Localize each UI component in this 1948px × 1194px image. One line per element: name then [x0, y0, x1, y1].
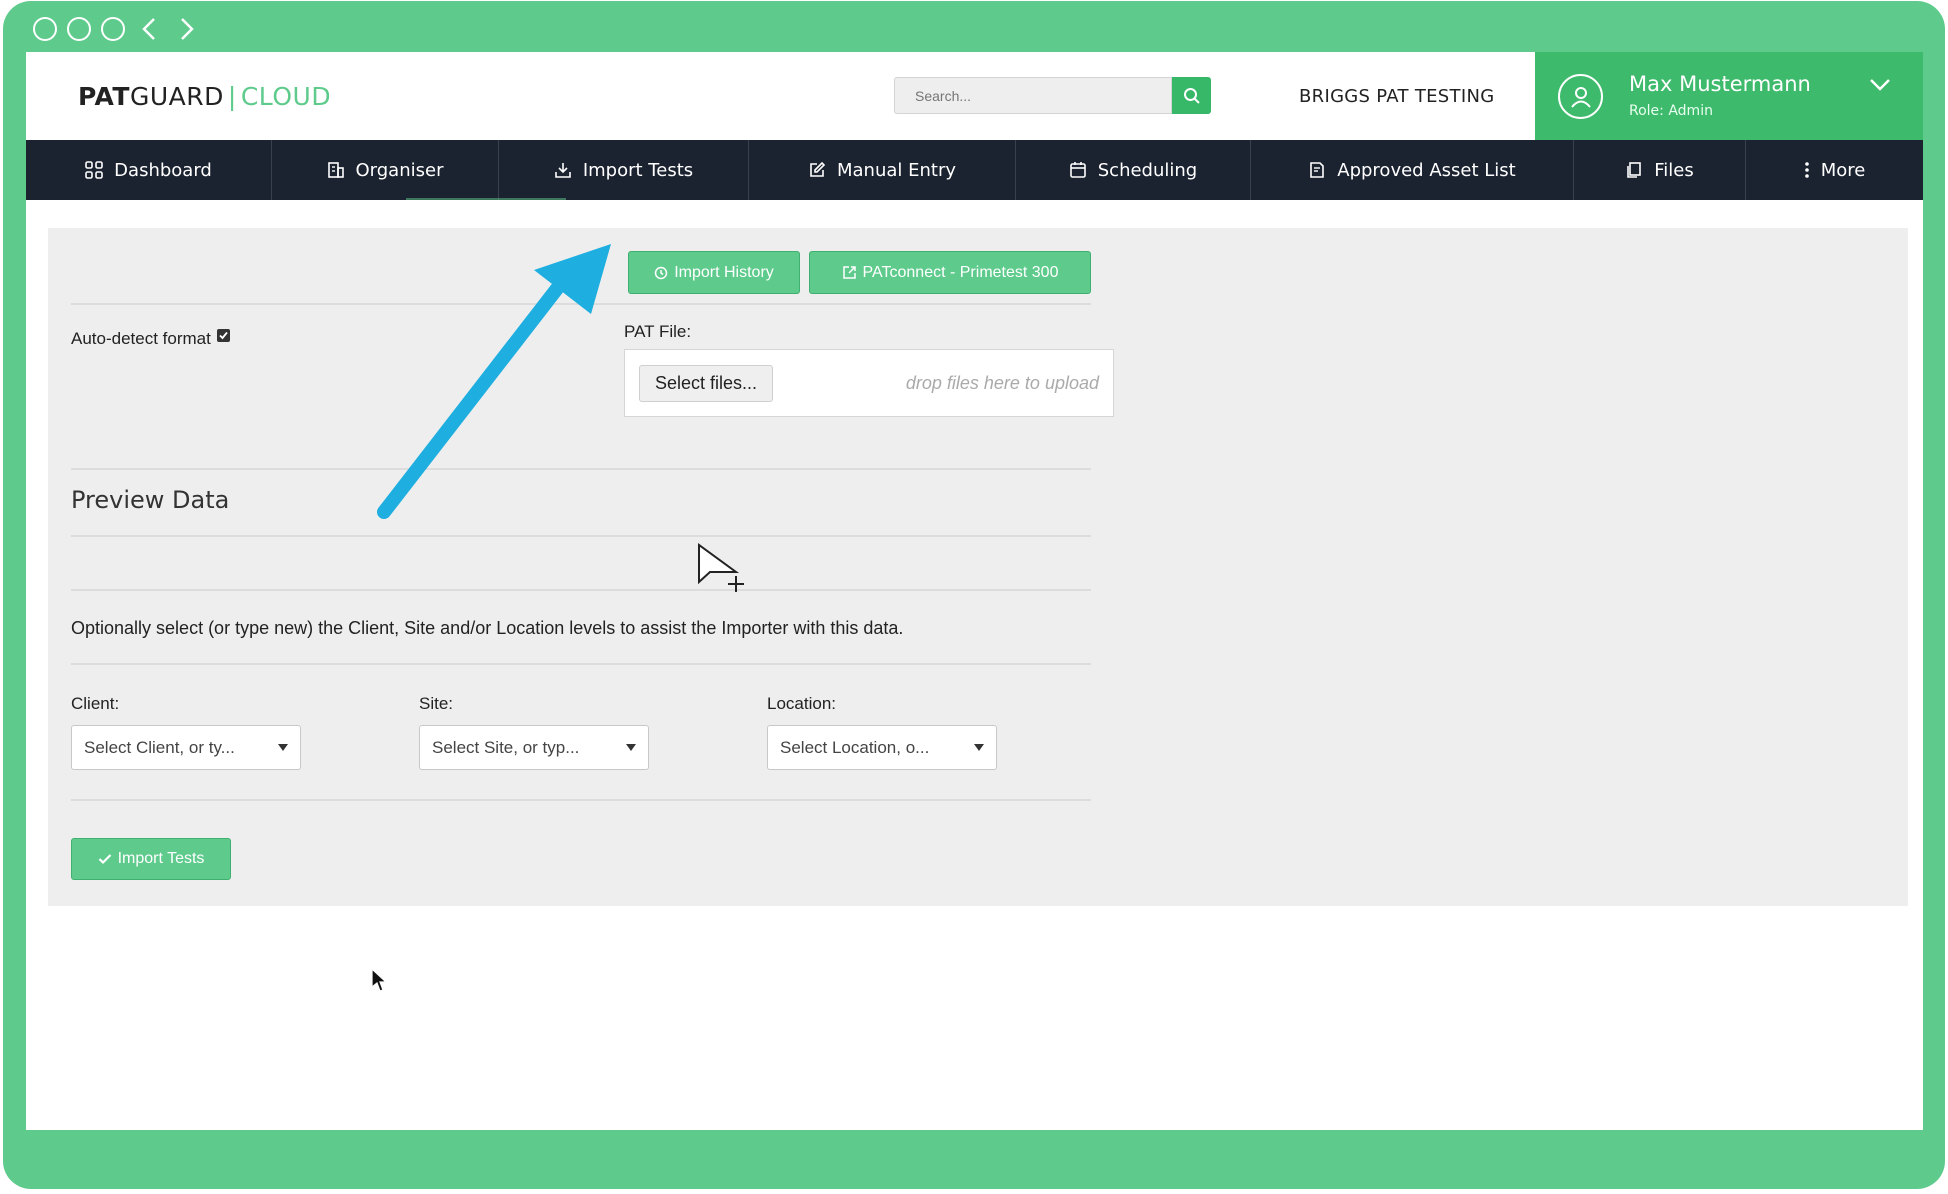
window-maximize-button[interactable] — [101, 17, 125, 41]
calendar-icon — [1069, 162, 1086, 178]
autodetect-format[interactable]: Auto-detect format — [71, 329, 230, 349]
location-label: Location: — [767, 694, 836, 713]
search-input[interactable] — [894, 77, 1172, 114]
nav-label: Organiser — [355, 159, 444, 181]
nav-label: Files — [1654, 159, 1694, 181]
add-cursor-icon — [698, 543, 744, 592]
pat-file-label: PAT File: — [624, 322, 692, 341]
file-dropzone[interactable]: Select files... drop files here to uploa… — [624, 349, 1114, 417]
nav-label: Dashboard — [114, 159, 212, 181]
window-close-button[interactable] — [33, 17, 57, 41]
organisation-name: BRIGGS PAT TESTING — [1299, 86, 1495, 107]
select-files-button[interactable]: Select files... — [639, 365, 773, 402]
nav-item-organiser[interactable]: Organiser — [272, 140, 499, 200]
user-menu[interactable]: Max Mustermann Role: Admin — [1535, 52, 1923, 140]
nav-item-scheduling[interactable]: Scheduling — [1016, 140, 1251, 200]
divider — [71, 535, 1091, 537]
edit-icon — [810, 161, 826, 177]
files-icon — [1627, 162, 1642, 178]
user-avatar-icon — [1558, 74, 1603, 119]
external-link-icon — [842, 266, 856, 279]
user-name: Max Mustermann — [1629, 72, 1811, 96]
nav-item-files[interactable]: Files — [1574, 140, 1746, 200]
location-select[interactable]: Select Location, o... — [767, 725, 997, 770]
nav-item-more[interactable]: More — [1746, 140, 1923, 200]
window-frame: PATGUARD|CLOUD BRIGGS PAT TESTING Max Mu… — [3, 1, 1945, 1189]
forward-arrow-icon[interactable] — [173, 15, 201, 43]
import-tests-button[interactable]: Import Tests — [71, 838, 231, 880]
site-select[interactable]: Select Site, or typ... — [419, 725, 649, 770]
drop-hint: drop files here to upload — [905, 373, 1099, 393]
client-select[interactable]: Select Client, or ty... — [71, 725, 301, 770]
window-controls — [33, 15, 201, 43]
top-header: PATGUARD|CLOUD BRIGGS PAT TESTING Max Mu… — [26, 52, 1923, 140]
search-icon — [1183, 87, 1200, 104]
nav-label: Approved Asset List — [1337, 159, 1516, 181]
import-history-button[interactable]: Import History — [628, 251, 800, 294]
grid-icon — [85, 161, 103, 179]
nav-item-manual-entry[interactable]: Manual Entry — [749, 140, 1016, 200]
caret-down-icon — [278, 744, 288, 751]
nav-label: Manual Entry — [836, 159, 957, 181]
nav-item-import-tests[interactable]: Import Tests — [499, 140, 749, 200]
annotation-arrow-icon — [377, 244, 611, 519]
chevron-down-icon[interactable] — [1869, 78, 1891, 92]
autodetect-checkbox[interactable] — [216, 329, 230, 342]
nav-item-approved-asset-list[interactable]: Approved Asset List — [1251, 140, 1574, 200]
more-vertical-icon — [1804, 162, 1809, 178]
divider — [71, 663, 1091, 665]
nav-label: More — [1820, 159, 1866, 181]
check-icon — [98, 854, 111, 865]
preview-data-heading: Preview Data — [71, 486, 230, 514]
client-label: Client: — [71, 694, 120, 713]
main-navigation: Dashboard Organiser Import Tests Manual … — [26, 140, 1923, 200]
app-window: PATGUARD|CLOUD BRIGGS PAT TESTING Max Mu… — [26, 52, 1923, 1130]
patconnect-button[interactable]: PATconnect - Primetest 300 — [809, 251, 1091, 294]
patguard-logo[interactable]: PATGUARD | CLOUD — [78, 82, 331, 111]
user-role: Role: Admin — [1629, 103, 1713, 119]
caret-down-icon — [626, 744, 636, 751]
back-arrow-icon[interactable] — [135, 15, 163, 43]
site-label: Site: — [419, 694, 454, 713]
importer-hint-text: Optionally select (or type new) the Clie… — [71, 618, 904, 638]
import-panel: Import History PATconnect - Primetest 30… — [48, 228, 1908, 906]
pointer-cursor-icon — [371, 967, 388, 992]
divider — [71, 799, 1091, 801]
caret-down-icon — [974, 744, 984, 751]
active-tab-indicator — [406, 198, 566, 200]
search-button[interactable] — [1172, 77, 1211, 114]
document-icon — [1310, 162, 1325, 178]
nav-label: Scheduling — [1097, 159, 1198, 181]
nav-item-dashboard[interactable]: Dashboard — [26, 140, 272, 200]
building-icon — [327, 162, 344, 178]
clock-icon — [654, 266, 668, 279]
window-minimize-button[interactable] — [67, 17, 91, 41]
nav-label: Import Tests — [582, 159, 694, 181]
divider — [71, 589, 1091, 591]
download-icon — [555, 163, 571, 178]
